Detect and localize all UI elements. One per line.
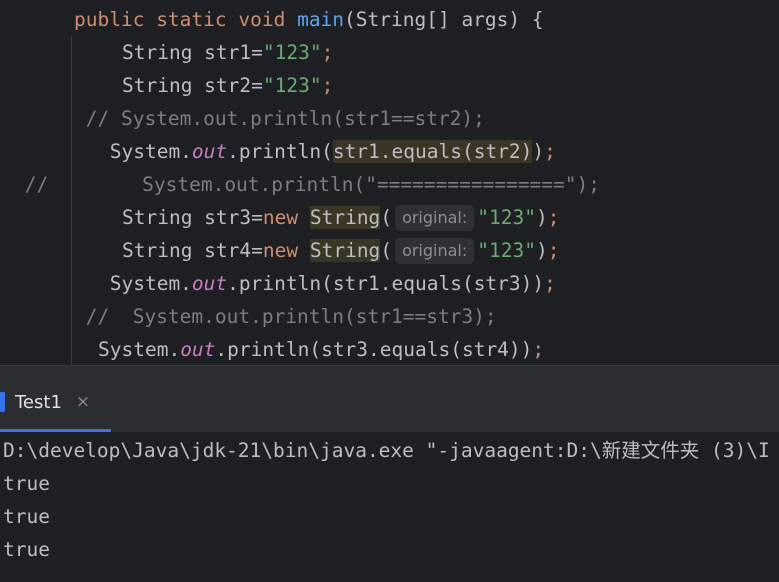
code-editor[interactable]: public static void main(String[] args) {… <box>0 0 779 365</box>
code-token: ) <box>535 239 548 262</box>
code-token: ; <box>544 140 556 163</box>
code-token: .println(str3.equals(str4)) <box>215 338 533 361</box>
run-tool-window-header: Test1 × <box>0 366 779 432</box>
code-token: static <box>156 8 239 31</box>
code-line[interactable]: System.out.println(str1.equals(str3)); <box>98 267 556 300</box>
code-line[interactable]: String str4=new String(original: "123"); <box>122 234 559 267</box>
code-line[interactable]: System.out.println(str3.equals(str4)); <box>98 333 544 365</box>
code-token: // System.out.println("================"… <box>13 173 600 196</box>
code-token: String str4= <box>122 239 263 262</box>
code-token: ) <box>532 140 545 163</box>
code-line[interactable]: String str2="123"; <box>122 69 333 102</box>
code-token: new <box>262 239 310 262</box>
code-token: new <box>262 206 310 229</box>
console-line: true <box>3 472 50 495</box>
code-token: ) <box>535 206 548 229</box>
code-token: String <box>309 239 381 262</box>
code-token: ; <box>547 239 560 262</box>
code-token: (String[] args) { <box>344 8 544 31</box>
code-token: ( <box>380 206 393 229</box>
tab-label: Test1 <box>15 391 62 413</box>
tab-run-config[interactable]: Test1 × <box>0 380 111 424</box>
code-token: ; <box>321 41 334 64</box>
console-output[interactable]: D:\develop\Java\jdk-21\bin\java.exe "-ja… <box>0 432 779 582</box>
code-token: public <box>74 8 157 31</box>
code-line[interactable]: // System.out.println(str1==str3); <box>74 300 497 333</box>
code-token: out <box>191 272 228 295</box>
code-token: String str3= <box>122 206 263 229</box>
parameter-hint: original: <box>395 238 475 264</box>
code-token: ( <box>380 239 393 262</box>
code-token: out <box>191 140 228 163</box>
code-token: // System.out.println(str1==str3); <box>74 305 497 328</box>
code-line[interactable]: // System.out.println("================"… <box>13 168 600 201</box>
close-icon[interactable]: × <box>76 392 90 412</box>
console-line: true <box>3 538 50 561</box>
console-line: D:\develop\Java\jdk-21\bin\java.exe "-ja… <box>3 439 770 462</box>
code-token: "123" <box>477 239 536 262</box>
code-token: ; <box>532 338 545 361</box>
code-line[interactable]: String str1="123"; <box>122 36 333 69</box>
code-token: main <box>297 8 345 31</box>
code-line[interactable]: System.out.println(str1.equals(str2)); <box>98 135 556 168</box>
code-line[interactable]: // System.out.println(str1==str2); <box>74 102 485 135</box>
code-token: ; <box>544 272 556 295</box>
code-token: .println(str1.equals(str3)) <box>227 272 545 295</box>
code-token: String str2= <box>122 74 263 97</box>
code-line[interactable]: public static void main(String[] args) { <box>74 3 544 36</box>
code-token: "123" <box>262 41 322 64</box>
console-line: true <box>3 505 50 528</box>
run-tab-icon <box>0 392 5 412</box>
code-token: .println( <box>227 140 333 163</box>
code-token: // System.out.println(str1==str2); <box>74 107 485 130</box>
code-token: ; <box>547 206 560 229</box>
code-token: out <box>180 338 216 361</box>
code-token: str1.equals(str2) <box>332 140 533 163</box>
code-line[interactable]: String str3=new String(original: "123"); <box>122 201 559 234</box>
code-token: "123" <box>262 74 322 97</box>
code-token: System. <box>98 140 192 163</box>
code-token: System. <box>98 338 181 361</box>
code-token: String str1= <box>122 41 263 64</box>
code-token: "123" <box>477 206 536 229</box>
code-token: String <box>309 206 381 229</box>
code-token: ; <box>321 74 334 97</box>
parameter-hint: original: <box>395 205 475 231</box>
code-token: void <box>238 8 298 31</box>
code-token: System. <box>98 272 192 295</box>
